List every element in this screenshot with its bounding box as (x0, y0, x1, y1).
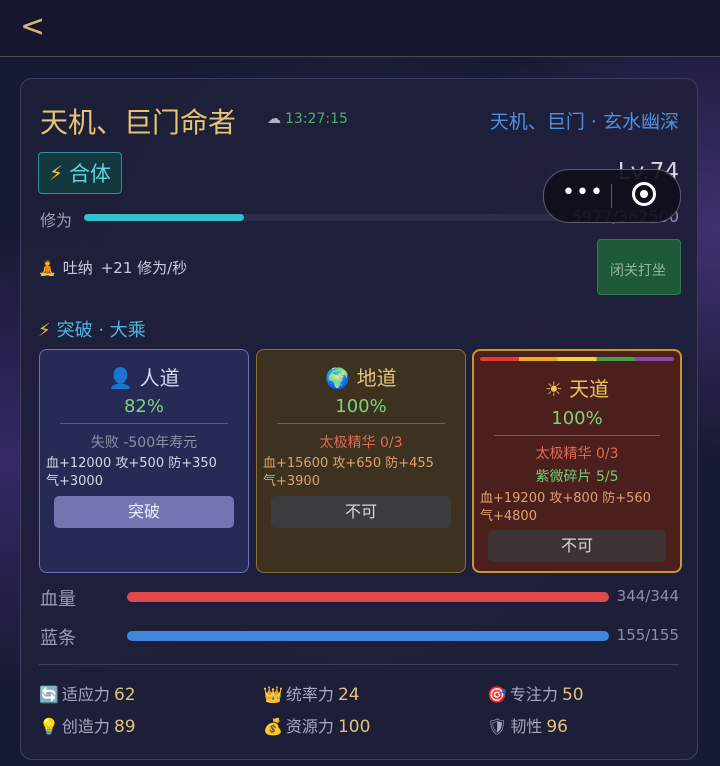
path-card-human: 👤 人道 82% 失败 -500年寿元 血+12000 攻+500 防+350 … (39, 349, 249, 573)
back-button[interactable]: < (20, 12, 45, 42)
stat-value: 96 (546, 717, 568, 737)
shield-icon: 🛡 (487, 717, 508, 736)
rainbow-strip (480, 357, 674, 361)
xp-label: 修为 (40, 211, 73, 230)
realm-label: 合体 (69, 162, 112, 186)
breakthrough-label: 突破 · 大乘 (56, 320, 146, 341)
cloud-icon: ☁ (267, 111, 281, 127)
stat-adaptability: 🔄 适应力 62 (39, 681, 136, 705)
disabled-button[interactable]: 不可 (488, 530, 666, 562)
lightning-icon: ⚡ (38, 320, 51, 341)
path-requirement: 失败 -500年寿元 (90, 435, 198, 451)
xp-progress-fill (84, 214, 244, 221)
meditation-icon: 🧘 (38, 259, 57, 277)
lightbulb-icon: 💡 (39, 717, 59, 736)
top-bar: < (0, 0, 720, 57)
stat-value: 50 (561, 685, 584, 705)
hp-bar (127, 592, 609, 602)
realm-badge: ⚡ 合体 (38, 152, 123, 194)
divider (39, 664, 679, 665)
lightning-icon: ⚡ (49, 161, 64, 185)
stat-label: 专注力 (509, 685, 558, 704)
path-requirement: 紫微碎片 5/5 (535, 469, 619, 485)
path-card-heaven: ☀ 天道 100% 太极精华 0/3 紫微碎片 5/5 血+19200 攻+80… (472, 349, 682, 573)
path-percent: 100% (551, 408, 603, 429)
path-percent: 100% (335, 396, 387, 417)
tuna-value: +21 修为/秒 (100, 259, 188, 277)
path-bonus-line2: 气+3000 (46, 474, 103, 489)
hp-value: 344/344 (616, 587, 679, 605)
retreat-button[interactable]: 闭关打坐 (597, 239, 681, 295)
globe-icon: 🌍 (325, 366, 351, 390)
path-name-text: 地道 (356, 366, 397, 390)
target-icon: 🎯 (487, 685, 507, 704)
crown-icon: 👑 (263, 685, 283, 704)
path-card-earth: 🌍 地道 100% 太极精华 0/3 血+15600 攻+650 防+455 气… (256, 349, 466, 573)
stat-value: 62 (113, 685, 136, 705)
path-bonus-line2: 气+4800 (480, 509, 537, 524)
breakthrough-heading: ⚡ 突破 · 大乘 (38, 316, 146, 342)
star-subtitle[interactable]: 天机、巨门 · 玄水幽深 (490, 107, 679, 134)
hp-bar-fill (127, 592, 609, 602)
money-bag-icon: 💰 (263, 717, 283, 736)
capsule-separator (611, 184, 612, 208)
breakthrough-button[interactable]: 突破 (54, 496, 234, 528)
path-name: ☀ 天道 (474, 373, 680, 402)
path-divider (277, 423, 445, 424)
target-close-icon[interactable] (632, 182, 656, 206)
path-percent: 82% (123, 396, 164, 417)
stat-resources: 💰 资源力 100 (263, 713, 370, 737)
mp-bar (127, 631, 609, 641)
path-name: 🌍 地道 (257, 362, 465, 391)
refresh-icon: 🔄 (39, 685, 59, 704)
capsule-menu: ••• (543, 169, 681, 223)
mp-value: 155/155 (616, 626, 679, 644)
stat-label: 适应力 (61, 685, 110, 704)
time-text: 13:27:15 (285, 111, 348, 127)
tuna-label: 吐纳 (62, 259, 93, 277)
path-divider (494, 435, 660, 436)
more-dots-icon[interactable]: ••• (562, 182, 604, 204)
path-requirement: 太极精华 0/3 (535, 446, 619, 462)
sun-icon: ☀ (544, 377, 563, 401)
path-requirement: 太极精华 0/3 (319, 435, 403, 451)
path-bonus-line1: 血+19200 攻+800 防+560 (480, 491, 651, 506)
stat-value: 100 (337, 717, 371, 737)
hp-label: 血量 (40, 589, 76, 610)
character-title: 天机、巨门命者 (40, 106, 237, 139)
path-name-text: 天道 (569, 377, 610, 401)
path-bonus-line2: 气+3900 (263, 474, 320, 489)
stat-label: 创造力 (61, 717, 110, 736)
xp-progress-bar (84, 214, 568, 221)
stat-label: 资源力 (285, 717, 334, 736)
stat-leadership: 👑 统率力 24 (263, 681, 360, 705)
stat-toughness: 🛡 韧性 96 (487, 713, 568, 737)
mp-label: 蓝条 (40, 628, 76, 649)
stat-value: 24 (337, 685, 360, 705)
path-name-text: 人道 (139, 366, 180, 390)
mp-bar-fill (127, 631, 609, 641)
disabled-button[interactable]: 不可 (271, 496, 451, 528)
stat-focus: 🎯 专注力 50 (487, 681, 584, 705)
stat-label: 统率力 (285, 685, 334, 704)
path-divider (60, 423, 228, 424)
time-display: ☁ 13:27:15 (267, 111, 348, 127)
path-bonus-line1: 血+15600 攻+650 防+455 (263, 456, 434, 471)
path-name: 👤 人道 (40, 362, 248, 391)
path-bonus-line1: 血+12000 攻+500 防+350 (46, 456, 217, 471)
stat-value: 89 (113, 717, 136, 737)
person-icon: 👤 (108, 366, 134, 390)
stat-creativity: 💡 创造力 89 (39, 713, 136, 737)
stat-label: 韧性 (510, 717, 543, 736)
tuna-rate: 🧘 吐纳 +21 修为/秒 (38, 257, 187, 278)
